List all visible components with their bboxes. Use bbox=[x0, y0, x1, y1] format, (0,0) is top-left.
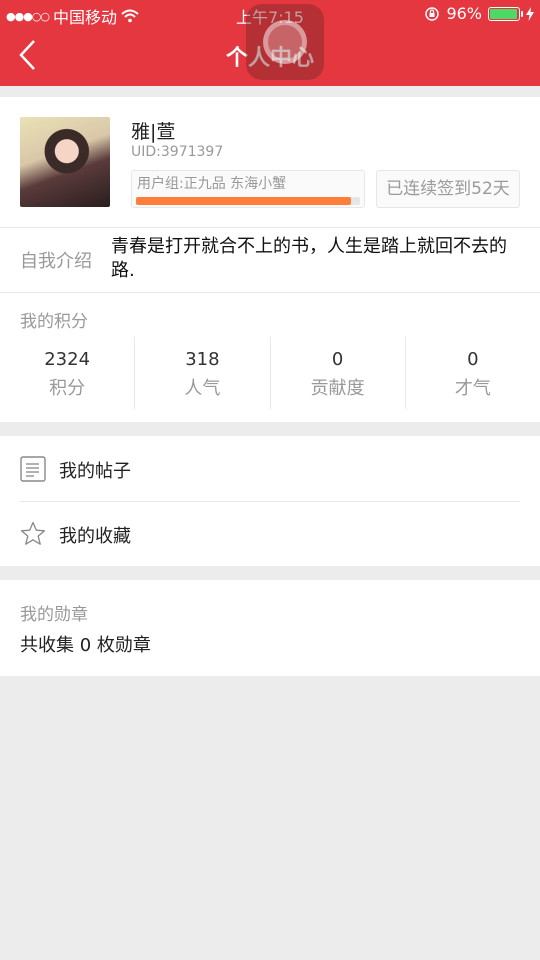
menu-item-my-posts[interactable]: 我的帖子 bbox=[0, 436, 540, 502]
stat-value: 0 bbox=[467, 349, 479, 370]
divider bbox=[0, 292, 540, 293]
status-right: 96% bbox=[424, 4, 534, 23]
menu-item-label: 我的帖子 bbox=[59, 461, 131, 482]
rotation-lock-icon bbox=[425, 6, 440, 21]
score-section-title: 我的积分 bbox=[20, 312, 88, 332]
battery-fill bbox=[490, 8, 517, 19]
charging-icon bbox=[526, 6, 534, 21]
stat-label: 才气 bbox=[454, 378, 491, 399]
divider bbox=[0, 227, 540, 228]
battery-icon bbox=[488, 6, 523, 21]
menu-card: 我的帖子 我的收藏 bbox=[0, 436, 540, 566]
level-progress-bar bbox=[136, 197, 360, 205]
intro-label: 自我介绍 bbox=[20, 251, 92, 272]
usergroup-box: 用户组:正九品 东海小蟹 bbox=[131, 170, 365, 208]
stat-label: 人气 bbox=[184, 378, 221, 399]
user-id: UID:3971397 bbox=[131, 144, 224, 160]
medals-title: 我的勋章 bbox=[20, 605, 88, 625]
assistive-touch-ring bbox=[263, 20, 307, 64]
nav-header: ●●●○○ 中国移动 上午7:15 96% 个人中心 bbox=[0, 0, 540, 86]
signin-streak-badge[interactable]: 已连续签到52天 bbox=[376, 170, 520, 208]
document-icon bbox=[20, 456, 46, 482]
star-icon bbox=[20, 521, 46, 545]
stat-value: 2324 bbox=[44, 349, 91, 370]
stat-label: 贡献度 bbox=[310, 378, 365, 399]
battery-percent: 96% bbox=[446, 4, 482, 23]
profile-card: 雅|萱 UID:3971397 用户组:正九品 东海小蟹 已连续签到52天 自我… bbox=[0, 97, 540, 422]
avatar[interactable] bbox=[20, 117, 110, 207]
stat-label: 积分 bbox=[49, 378, 86, 399]
menu-item-label: 我的收藏 bbox=[59, 526, 131, 547]
username: 雅|萱 bbox=[131, 121, 176, 143]
stat-value: 0 bbox=[331, 349, 344, 370]
assistive-touch-button[interactable] bbox=[246, 4, 324, 80]
usergroup-label: 用户组:正九品 东海小蟹 bbox=[137, 176, 287, 192]
stat-points[interactable]: 2324 积分 bbox=[0, 337, 136, 409]
stat-talent[interactable]: 0 才气 bbox=[406, 337, 540, 409]
menu-item-my-favorites[interactable]: 我的收藏 bbox=[0, 501, 540, 566]
intro-text: 青春是打开就合不上的书，人生是踏上就回不去的路. bbox=[111, 236, 507, 281]
medals-count: 共收集 0 枚勋章 bbox=[20, 635, 151, 656]
medals-card[interactable]: 我的勋章 共收集 0 枚勋章 bbox=[0, 580, 540, 676]
level-progress-fill bbox=[136, 197, 352, 205]
score-stats: 2324 积分 318 人气 0 贡献度 0 才气 bbox=[0, 337, 540, 409]
stat-value: 318 bbox=[185, 349, 220, 370]
stat-popularity[interactable]: 318 人气 bbox=[135, 337, 271, 409]
stat-contribution[interactable]: 0 贡献度 bbox=[271, 337, 406, 409]
